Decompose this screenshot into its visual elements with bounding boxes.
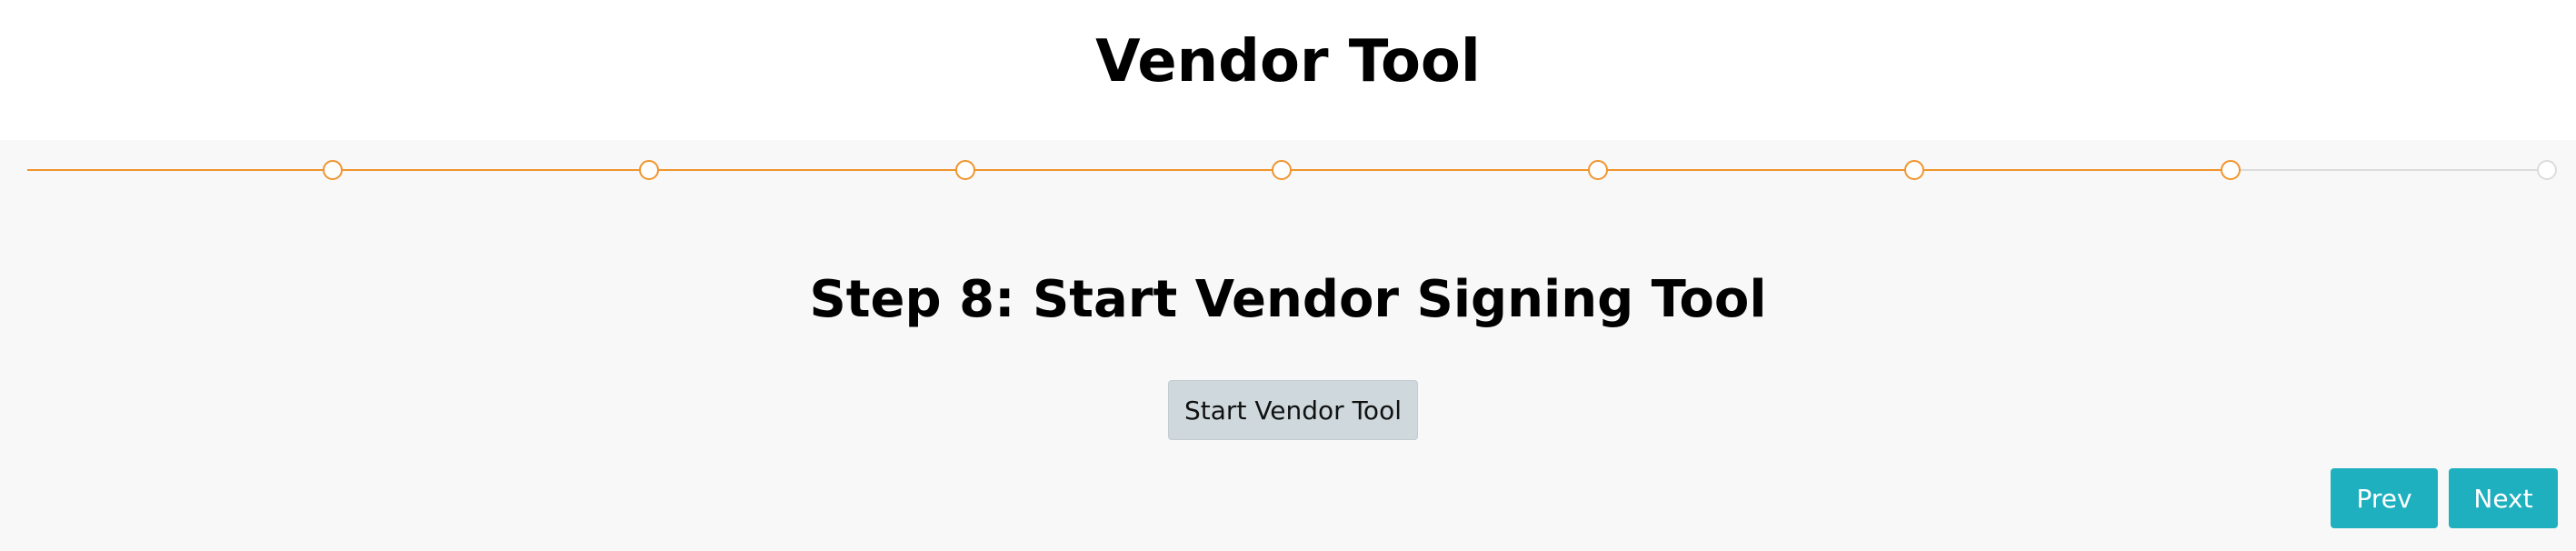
step-6-marker [1904,160,1924,180]
wizard-content: Step 8: Start Vendor Signing Tool Start … [0,140,2576,551]
next-button[interactable]: Next [2449,468,2558,528]
stepper-track [27,160,2557,180]
progress-stepper [0,140,2576,204]
step-3-marker [955,160,975,180]
step-4-marker [1272,160,1292,180]
header: Vendor Tool [0,0,2576,140]
step-heading: Step 8: Start Vendor Signing Tool [809,270,1767,329]
page-title: Vendor Tool [1095,28,1481,95]
step-1-marker [323,160,343,180]
step-2-marker [639,160,659,180]
step-7-marker [2221,160,2241,180]
start-vendor-tool-button[interactable]: Start Vendor Tool [1168,380,1418,440]
step-5-marker [1588,160,1608,180]
prev-button[interactable]: Prev [2331,468,2438,528]
step-8-marker [2537,160,2557,180]
